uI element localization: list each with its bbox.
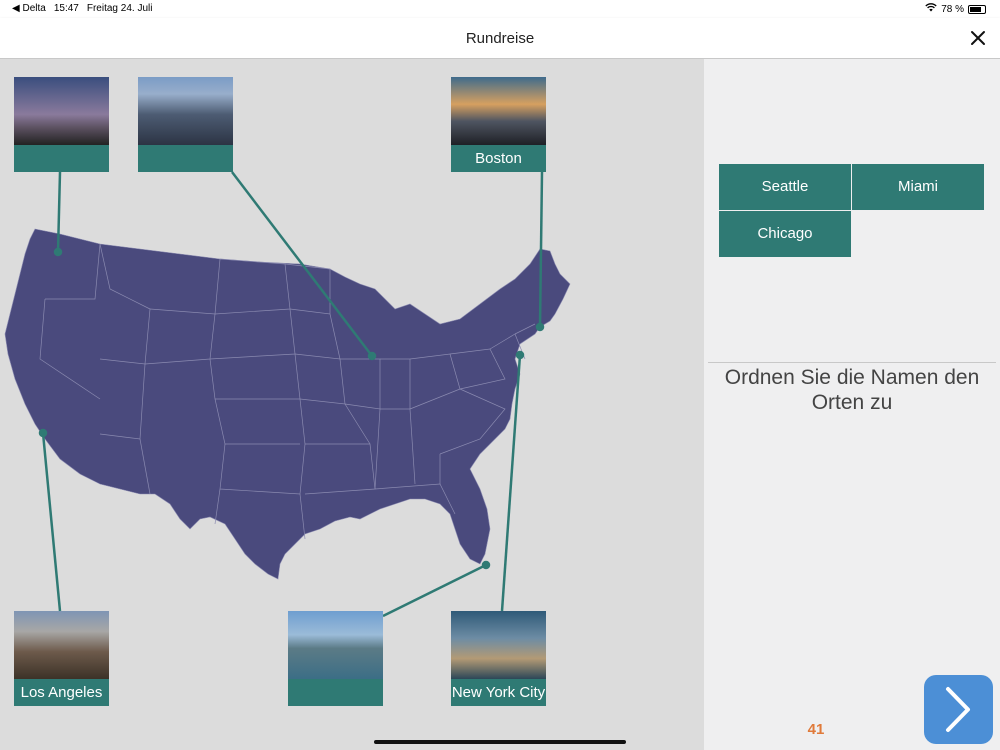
wifi-icon [925, 3, 937, 15]
us-mainland-shape [4, 228, 571, 580]
city-card-label[interactable]: Boston [451, 145, 546, 172]
close-icon [971, 31, 985, 45]
answer-chip-chicago[interactable]: Chicago [719, 211, 851, 257]
instruction-text: Ordnen Sie die Namen den Orten zu [724, 366, 980, 414]
question-counter: 41 [807, 721, 825, 738]
page-title: Rundreise [465, 30, 535, 47]
city-card-label[interactable] [288, 679, 383, 706]
home-indicator[interactable] [374, 740, 626, 744]
close-button[interactable] [966, 26, 990, 50]
status-date: Freitag 24. Juli [86, 3, 153, 14]
city-card-new-york[interactable]: New York City [451, 611, 546, 706]
back-to-app-link[interactable]: ◀ Delta [12, 3, 46, 14]
city-card-label[interactable] [14, 145, 109, 172]
chevron-right-icon [946, 687, 970, 732]
map-area: Boston Los Angeles New York City [0, 59, 704, 750]
city-card-boston[interactable]: Boston [451, 77, 546, 172]
city-card-miami[interactable] [288, 611, 383, 706]
navigation-bar: Rundreise [0, 18, 1000, 59]
chicago-photo [138, 77, 233, 145]
answer-chip-miami[interactable]: Miami [852, 164, 984, 210]
status-time: 15:47 [53, 3, 79, 14]
boston-photo [451, 77, 546, 145]
answer-panel: Seattle Miami Chicago Ordnen Sie die Nam… [704, 59, 1000, 750]
city-card-label[interactable] [138, 145, 233, 172]
seattle-photo [14, 77, 109, 145]
battery-percent: 78 % [941, 3, 964, 15]
los-angeles-photo [14, 611, 109, 679]
new-york-photo [451, 611, 546, 679]
city-card-label[interactable]: Los Angeles [14, 679, 109, 706]
city-card-label[interactable]: New York City [451, 679, 546, 706]
answer-chip-seattle[interactable]: Seattle [719, 164, 851, 210]
city-card-los-angeles[interactable]: Los Angeles [14, 611, 109, 706]
city-card-seattle[interactable] [14, 77, 109, 172]
miami-photo [288, 611, 383, 679]
panel-divider [708, 362, 996, 363]
battery-icon [968, 4, 986, 14]
city-card-chicago[interactable] [138, 77, 233, 172]
status-bar: ◀ Delta 15:47 Freitag 24. Juli 78 % [0, 0, 1000, 18]
next-button[interactable] [924, 675, 993, 744]
